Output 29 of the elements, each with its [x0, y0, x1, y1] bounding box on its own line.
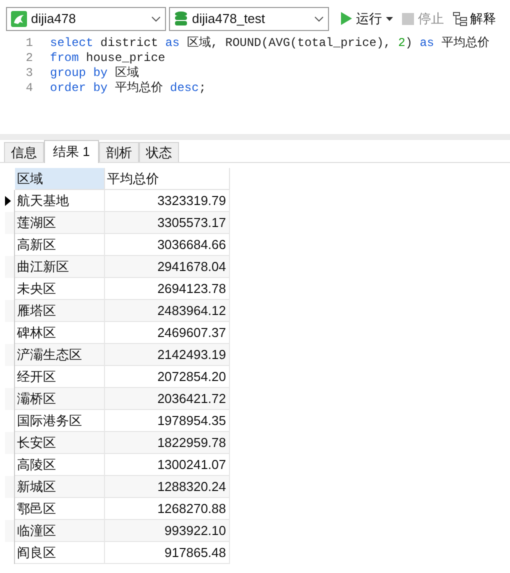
tab[interactable]: 剖析	[98, 142, 139, 162]
column-header[interactable]: 平均总价	[105, 168, 230, 190]
column-header[interactable]: 区域	[15, 168, 105, 190]
explain-button[interactable]: 解释	[453, 8, 496, 28]
chevron-down-icon	[314, 16, 324, 22]
code-line: group by 区域	[49, 66, 139, 81]
code-line: from house_price	[49, 51, 166, 66]
database-icon	[174, 10, 188, 26]
tree-diagram-icon	[453, 12, 467, 26]
run-button[interactable]: 运行	[338, 8, 395, 28]
database-dropdown[interactable]: dijia478_test	[169, 6, 329, 30]
line-number: 1	[24, 36, 34, 51]
line-number: 3	[24, 66, 34, 81]
tab[interactable]: 状态	[138, 142, 179, 162]
caret-icon	[386, 16, 393, 20]
chevron-down-icon	[151, 16, 161, 22]
connection-dropdown[interactable]: dijia478	[6, 6, 166, 30]
code-line: select district as 区域, ROUND(AVG(total_price), 2) as 平均总价	[49, 36, 490, 51]
play-icon	[340, 12, 352, 25]
tab[interactable]: 结果 1	[44, 140, 99, 163]
tab[interactable]: 信息	[4, 142, 44, 162]
code-line: order by 平均总价 desc;	[49, 81, 206, 96]
current-row-icon	[5, 196, 11, 206]
line-number: 4	[24, 81, 34, 96]
stop-icon	[402, 12, 414, 24]
table-cell: 917865.48	[105, 542, 230, 564]
table-cell: 阎良区	[15, 542, 105, 564]
stop-button[interactable]: 停止	[402, 8, 444, 28]
line-number: 2	[24, 51, 34, 66]
